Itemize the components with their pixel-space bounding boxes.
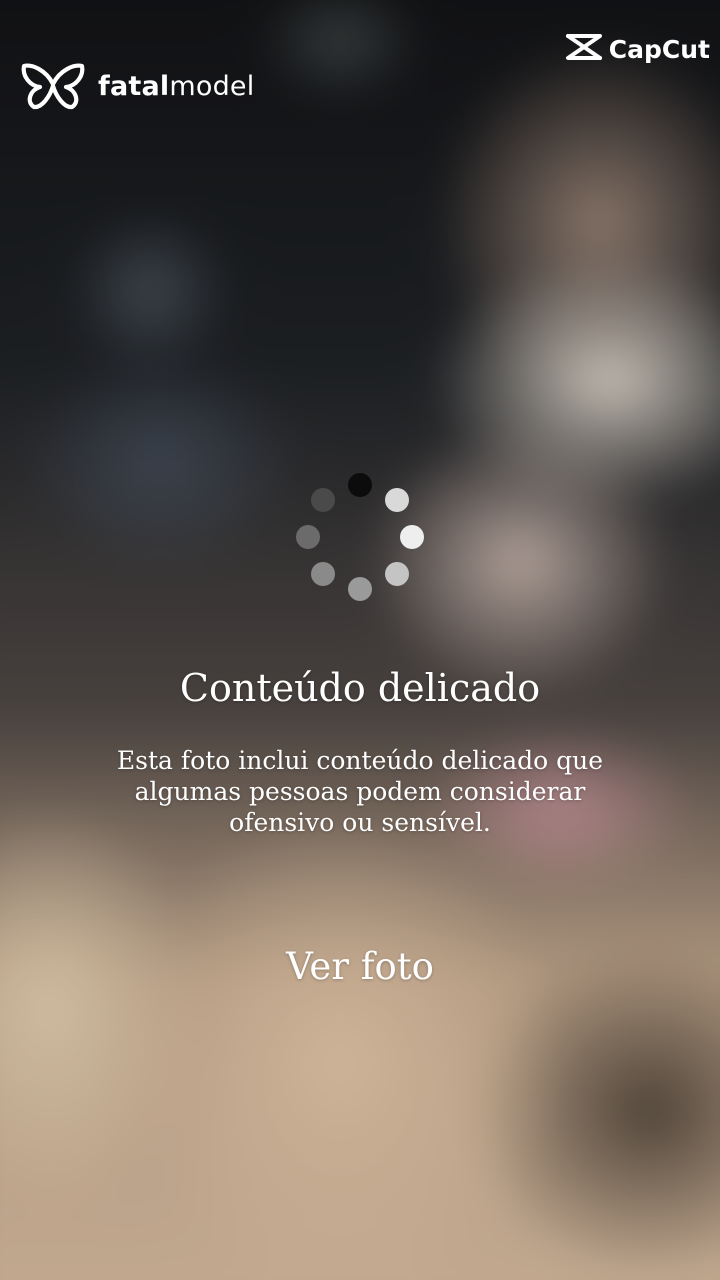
sensitive-content-screen: fatalmodel CapCut Conteúdo delicado Esta… bbox=[0, 0, 720, 1280]
brand-name-bold: fatal bbox=[98, 70, 170, 102]
view-photo-button[interactable]: Ver foto bbox=[210, 935, 510, 997]
spinner-dot bbox=[384, 488, 409, 513]
butterfly-logo-icon bbox=[20, 62, 86, 110]
notice-title: Conteúdo delicado bbox=[179, 666, 541, 710]
spinner-dot bbox=[296, 525, 320, 549]
loading-spinner-icon bbox=[290, 470, 430, 610]
capcut-label: CapCut bbox=[608, 34, 710, 64]
spinner-dot bbox=[311, 488, 336, 513]
capcut-watermark: CapCut bbox=[565, 32, 710, 66]
background-shade bbox=[0, 0, 720, 1280]
brand-header: fatalmodel bbox=[20, 62, 254, 110]
spinner-dot bbox=[384, 561, 409, 586]
notice-description: Esta foto inclui conteúdo delicado que a… bbox=[116, 746, 604, 837]
spinner-dot bbox=[311, 561, 336, 586]
spinner-dot bbox=[348, 473, 372, 497]
spinner-dot bbox=[348, 577, 372, 601]
brand-name: fatalmodel bbox=[98, 71, 254, 102]
brand-name-regular: model bbox=[169, 70, 255, 102]
capcut-logo-icon bbox=[565, 32, 603, 66]
spinner-dot bbox=[400, 525, 424, 549]
